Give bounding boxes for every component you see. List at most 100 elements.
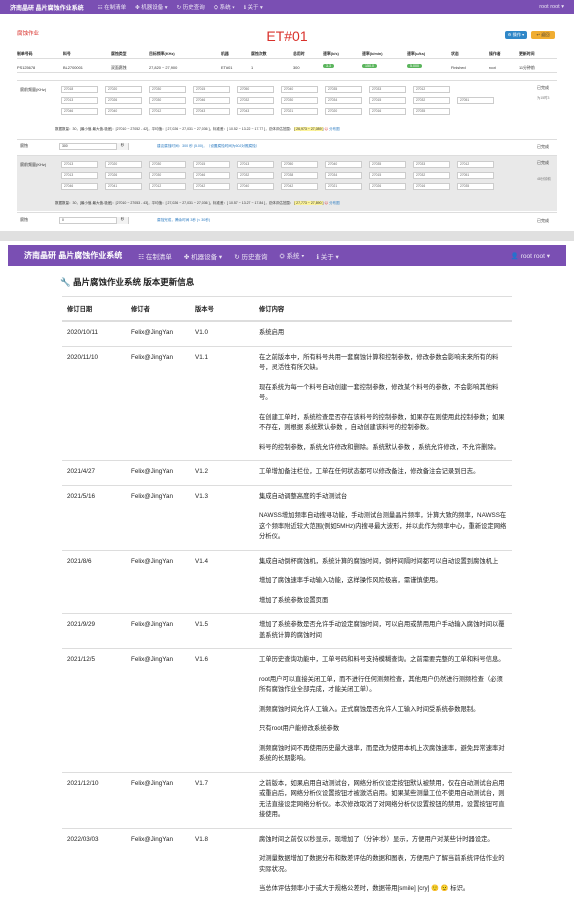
col-state: 状态 xyxy=(451,51,459,56)
version-content: 增加了系统参数是否允许手动设定腐蚀时间，可以启用或禁用用户手动输入腐蚀时间以覆盖… xyxy=(254,613,512,649)
machine-title: ET#01 xyxy=(266,28,308,44)
measure-input[interactable]: 27043 xyxy=(193,108,230,115)
measure-input[interactable]: 27030 xyxy=(149,86,186,93)
measure-input[interactable]: 27030 xyxy=(149,97,186,104)
measure-input[interactable]: 27020 xyxy=(105,86,142,93)
measure-input[interactable]: 27035 xyxy=(413,108,450,115)
content-paragraph: 腐蚀时间之前仅以秒显示，现增加了（分钟:秒）显示，方便用户对某些计时器设定。 xyxy=(259,835,494,843)
measure-input[interactable]: 27032 xyxy=(413,97,450,104)
measure-input[interactable]: 27040 xyxy=(325,161,362,168)
distribution-link[interactable]: 分布图 xyxy=(329,127,340,131)
nav-wip-list[interactable]: ☷ 在制清单 xyxy=(98,3,126,11)
measure-input[interactable]: 27034 xyxy=(325,97,362,104)
work-page: 济南晶研 晶片腐蚀作业系统 ☷ 在制清单 ✤ 机器设备 ▾ ↻ 历史查询 ⛭ 系… xyxy=(0,0,574,224)
version-content: 工单历史查询功能中，工单号码和料号支持模糊查询。之前需要完整的工单和料号信息。 r… xyxy=(254,648,512,772)
etch-time-input[interactable]: 300 秒 xyxy=(59,143,129,150)
nav-history[interactable]: ↻ 历史查询 xyxy=(234,251,267,261)
measure-input[interactable]: 27046 xyxy=(193,97,230,104)
measure-stats: 数据数量：30，[最小值-最大值-极差]：[27010 ~ 27053 - 43… xyxy=(55,201,340,206)
etch-suggestion[interactable]: 建议腐蚀时间：300 秒 (5.00)，（设置腐蚀时间为60J对照腐蚀） xyxy=(157,144,259,149)
back-button[interactable]: ↩ 返回 xyxy=(531,31,555,39)
measure-input[interactable]: 27012 xyxy=(457,161,494,168)
operate-button[interactable]: ⚙ 操作 ▾ xyxy=(505,31,527,39)
user-menu[interactable]: 👤 root root ▾ xyxy=(511,252,550,260)
block-status: 已完成 xyxy=(537,85,549,90)
nav-history[interactable]: ↻ 历史查询 xyxy=(177,3,205,11)
measure-input[interactable]: 27012 xyxy=(149,183,186,190)
measure-input[interactable]: 27030 xyxy=(149,172,186,179)
measure-input[interactable]: 27020 xyxy=(325,108,362,115)
order-no[interactable]: PS125678 xyxy=(17,65,35,70)
measure-input[interactable]: 27051 xyxy=(457,172,494,179)
measure-input[interactable]: 27012 xyxy=(149,108,186,115)
measure-input[interactable]: 27016 xyxy=(369,108,406,115)
measure-input[interactable]: 27032 xyxy=(413,172,450,179)
measure-input[interactable]: 27032 xyxy=(237,172,274,179)
measure-input[interactable]: 27046 xyxy=(61,108,98,115)
measure-input[interactable]: 27041 xyxy=(105,183,142,190)
measure-input[interactable]: 27033 xyxy=(413,161,450,168)
measure-input[interactable]: 27046 xyxy=(193,172,230,179)
nav-about[interactable]: ℹ 关于 ▾ xyxy=(316,251,338,261)
measure-input[interactable]: 27035 xyxy=(457,183,494,190)
brand[interactable]: 济南晶研 晶片腐蚀作业系统 xyxy=(10,3,84,12)
measure-input[interactable]: 27032 xyxy=(237,97,274,104)
measure-input[interactable]: 27042 xyxy=(193,183,230,190)
measure-input[interactable]: 27040 xyxy=(237,183,274,190)
etch-time-input[interactable]: 0秒 xyxy=(59,217,129,224)
content-paragraph: NAWSS增加频率自动搜寻功能，手动测试台测量晶片频率，计算大致的频率，NAWS… xyxy=(259,512,507,540)
measure-input[interactable]: 27042 xyxy=(281,183,318,190)
measure-input[interactable]: 27033 xyxy=(369,86,406,93)
second-navbar: 济南晶研 晶片腐蚀作业系统 ☷ 在制清单 ✤ 机器设备 ▾ ↻ 历史查询 ⛭ 系… xyxy=(8,245,566,266)
nav-about[interactable]: ℹ 关于 ▾ xyxy=(244,3,263,11)
content-paragraph: 增加了系统参数是否允许手动设定腐蚀时间，可以启用或禁用用户手动输入腐蚀时间以覆盖… xyxy=(259,621,505,639)
measure-input[interactable]: 27051 xyxy=(457,97,494,104)
measure-input[interactable]: 27021 xyxy=(281,108,318,115)
operator: root xyxy=(489,65,496,70)
measure-input[interactable]: 27034 xyxy=(325,172,362,179)
measure-input[interactable]: 27026 xyxy=(105,172,142,179)
measure-input[interactable]: 27050 xyxy=(281,161,318,168)
measure-input[interactable]: 27046 xyxy=(61,183,98,190)
content-paragraph: 系统启用 xyxy=(259,329,285,336)
measure-input[interactable]: 27020 xyxy=(105,161,142,168)
nav-wip-list[interactable]: ☷ 在制清单 xyxy=(138,251,172,261)
nav-system[interactable]: ⛭ 系统 ▾ xyxy=(279,250,304,261)
measure-input[interactable]: 27013 xyxy=(61,172,98,179)
measure-input[interactable]: 27043 xyxy=(237,108,274,115)
measure-input[interactable]: 27026 xyxy=(105,97,142,104)
measure-input[interactable]: 27030 xyxy=(281,97,318,104)
content-paragraph: 测频腐蚀时间不再使用历史最大速率，而是改为使用本机上次腐蚀速率，避免异常速率对系… xyxy=(259,744,505,763)
measure-input[interactable]: 27015 xyxy=(193,161,230,168)
measure-input[interactable]: 27035 xyxy=(325,86,362,93)
measure-input[interactable]: 27030 xyxy=(149,161,186,168)
version-content: 在之前版本中，所有料号共用一套腐蚀计算和控制参数，修改参数会影响未来所有的料号，… xyxy=(254,345,512,461)
measure-input[interactable]: 27013 xyxy=(237,161,274,168)
measure-input[interactable]: 27015 xyxy=(369,172,406,179)
table-row: 2021/8/6 Felix@JingYan V1.4 集成自动倒杯腐蚀机，系统计算的… xyxy=(62,549,512,614)
measure-input[interactable]: 27012 xyxy=(413,86,450,93)
measure-input[interactable]: 27035 xyxy=(369,161,406,168)
measure-input[interactable]: 27018 xyxy=(61,86,98,93)
brand[interactable]: 济南晶研 晶片腐蚀作业系统 xyxy=(24,250,122,261)
distribution-link[interactable]: 分布图 xyxy=(329,201,340,205)
measure-input[interactable]: 27015 xyxy=(193,86,230,93)
measure-input[interactable]: 27013 xyxy=(61,161,98,168)
user-menu[interactable]: root root ▾ xyxy=(539,4,564,10)
measure-input[interactable]: 27050 xyxy=(237,86,274,93)
measure-input[interactable]: 27026 xyxy=(369,183,406,190)
nav-machines[interactable]: ✤ 机器设备 ▾ xyxy=(184,251,222,261)
measure-input[interactable]: 27038 xyxy=(281,172,318,179)
nav-machines[interactable]: ✤ 机器设备 ▾ xyxy=(135,3,167,11)
version-author: Felix@JingYan xyxy=(126,345,190,461)
measure-input[interactable]: 27040 xyxy=(281,86,318,93)
measure-input[interactable]: 27015 xyxy=(369,97,406,104)
version-date: 2022/03/03 xyxy=(62,827,126,902)
version-ver: V1.5 xyxy=(190,613,254,649)
nav-system[interactable]: ⛭ 系统 ▾ xyxy=(214,3,235,12)
measure-input[interactable]: 27021 xyxy=(325,183,362,190)
stats-text: 数据数量：30，[最小值-最大值-极差]：[27010 ~ 27052 - 42… xyxy=(55,127,294,131)
measure-input[interactable]: 27040 xyxy=(105,108,142,115)
measure-input[interactable]: 27013 xyxy=(61,97,98,104)
measure-input[interactable]: 27016 xyxy=(413,183,450,190)
